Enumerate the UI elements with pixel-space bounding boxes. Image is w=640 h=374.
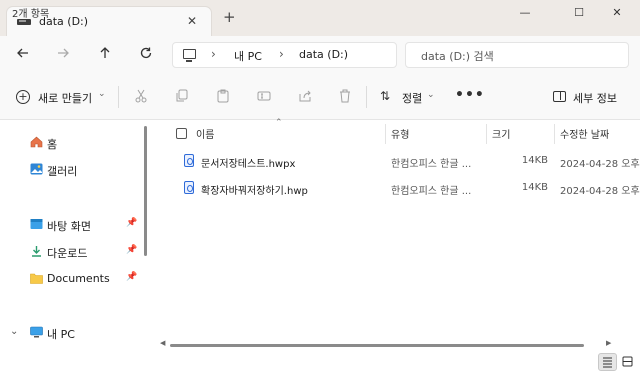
list-view-icon bbox=[603, 357, 612, 368]
chevron-down-icon: ⌄ bbox=[427, 90, 435, 100]
pin-icon[interactable]: 📌 bbox=[126, 245, 137, 255]
status-bar bbox=[0, 352, 640, 374]
command-bar bbox=[0, 76, 640, 120]
navigation-pane bbox=[0, 120, 150, 352]
chevron-down-icon: ⌄ bbox=[98, 89, 106, 99]
sidebar-item-label: 바탕 화면 bbox=[47, 220, 91, 233]
plus-circle-icon: + bbox=[16, 90, 30, 104]
documents-folder-icon bbox=[30, 273, 43, 284]
share-icon[interactable] bbox=[298, 89, 312, 103]
column-header-date[interactable]: 수정한 날짜 bbox=[560, 126, 609, 141]
sidebar-item-home[interactable]: 홈 bbox=[0, 133, 140, 153]
hwp-file-icon bbox=[184, 181, 194, 194]
more-options-button[interactable]: ••• bbox=[455, 88, 485, 102]
sidebar-item-label: 갤러리 bbox=[47, 165, 78, 178]
desktop-folder-icon bbox=[30, 219, 43, 229]
column-header-name[interactable]: 이름 bbox=[196, 126, 214, 141]
sidebar-item-gallery[interactable]: 갤러리 bbox=[0, 160, 140, 180]
nav-scrollbar[interactable] bbox=[144, 126, 147, 256]
column-divider[interactable] bbox=[385, 124, 386, 144]
table-row[interactable]: 확장자바꿔저장하기.hwp 한컴오피스 한글 ... 14KB 2024-04-… bbox=[158, 178, 640, 200]
file-date: 2024-04-28 오후 bbox=[560, 186, 640, 197]
table-row[interactable]: 문서저장테스트.hwpx 한컴오피스 한글 ... 14KB 2024-04-2… bbox=[158, 151, 640, 173]
file-name: 확장자바꿔저장하기.hwp bbox=[201, 186, 308, 197]
sidebar-item-label: Documents bbox=[47, 272, 110, 285]
refresh-button[interactable] bbox=[136, 46, 156, 64]
close-button[interactable]: ✕ bbox=[594, 0, 640, 28]
item-count: 2개 항목 bbox=[12, 9, 50, 20]
new-button-label: 새로 만들기 bbox=[38, 92, 93, 105]
chevron-right-icon: › bbox=[279, 47, 284, 61]
search-placeholder: data (D:) 검색 bbox=[421, 50, 494, 63]
select-all-checkbox[interactable] bbox=[176, 128, 187, 139]
pc-icon bbox=[30, 326, 43, 338]
chevron-right-icon: › bbox=[211, 47, 216, 61]
minimize-button[interactable]: — bbox=[502, 0, 548, 28]
rename-icon[interactable] bbox=[257, 89, 271, 103]
sort-icon: ⇅ bbox=[380, 89, 391, 103]
chevron-down-icon[interactable]: ⌄ bbox=[10, 326, 18, 337]
pc-icon bbox=[183, 49, 196, 62]
toolbar-divider bbox=[118, 86, 119, 108]
delete-icon[interactable] bbox=[338, 89, 352, 103]
arrow-right-icon bbox=[58, 48, 69, 58]
chevron-up-icon: ⌃ bbox=[275, 118, 283, 128]
copy-icon[interactable] bbox=[175, 89, 189, 103]
sidebar-item-label: 홈 bbox=[47, 138, 58, 151]
tiles-view-icon bbox=[622, 356, 633, 367]
paste-icon[interactable] bbox=[216, 89, 230, 103]
forward-button[interactable] bbox=[53, 46, 73, 64]
details-label: 세부 정보 bbox=[573, 92, 617, 105]
tiles-view-button[interactable] bbox=[619, 353, 638, 371]
sidebar-item-downloads[interactable]: 다운로드 📌 bbox=[0, 242, 140, 262]
arrow-up-icon bbox=[100, 47, 110, 58]
sidebar-item-label: 다운로드 bbox=[47, 247, 88, 260]
file-date: 2024-04-28 오후 bbox=[560, 159, 640, 170]
scroll-left-arrow-icon[interactable]: ◀ bbox=[160, 339, 165, 347]
breadcrumb-data-d[interactable]: data (D:) bbox=[299, 48, 348, 61]
tab-close-button[interactable]: ✕ bbox=[187, 14, 197, 28]
sidebar-item-label: 내 PC bbox=[47, 328, 75, 341]
refresh-icon bbox=[140, 47, 152, 59]
toolbar-divider bbox=[366, 86, 367, 108]
new-tab-button[interactable]: + bbox=[223, 10, 236, 25]
hwp-file-icon bbox=[184, 154, 194, 167]
file-type: 한컴오피스 한글 ... bbox=[391, 159, 472, 170]
details-pane-icon bbox=[553, 91, 566, 102]
column-divider[interactable] bbox=[486, 124, 487, 144]
pin-icon[interactable]: 📌 bbox=[126, 218, 137, 228]
up-button[interactable] bbox=[95, 46, 115, 64]
home-icon bbox=[30, 136, 43, 148]
file-size: 14KB bbox=[521, 182, 548, 193]
cut-icon[interactable] bbox=[134, 89, 148, 103]
file-name: 문서저장테스트.hwpx bbox=[201, 159, 296, 170]
search-input[interactable]: data (D:) 검색 bbox=[405, 42, 629, 68]
horizontal-scrollbar[interactable] bbox=[170, 344, 584, 347]
sidebar-item-desktop[interactable]: 바탕 화면 📌 bbox=[0, 215, 140, 235]
arrow-left-icon bbox=[17, 48, 28, 58]
pin-icon[interactable]: 📌 bbox=[126, 272, 137, 282]
column-header-type[interactable]: 유형 bbox=[391, 126, 409, 141]
column-divider[interactable] bbox=[554, 124, 555, 144]
file-size: 14KB bbox=[521, 155, 548, 166]
sidebar-item-documents[interactable]: Documents 📌 bbox=[0, 269, 140, 289]
file-type: 한컴오피스 한글 ... bbox=[391, 186, 472, 197]
column-header-size[interactable]: 크기 bbox=[492, 126, 510, 141]
sort-label: 정렬 bbox=[402, 92, 423, 105]
gallery-icon bbox=[30, 163, 43, 175]
details-view-button[interactable] bbox=[598, 353, 617, 371]
scroll-right-arrow-icon[interactable]: ▶ bbox=[606, 339, 611, 347]
back-button[interactable] bbox=[13, 46, 33, 64]
breadcrumb-my-pc[interactable]: 내 PC bbox=[234, 48, 262, 64]
download-folder-icon bbox=[32, 246, 41, 257]
address-field[interactable]: › 내 PC › data (D:) bbox=[172, 42, 397, 68]
sidebar-item-my-pc[interactable]: ⌄ 내 PC bbox=[0, 323, 140, 343]
